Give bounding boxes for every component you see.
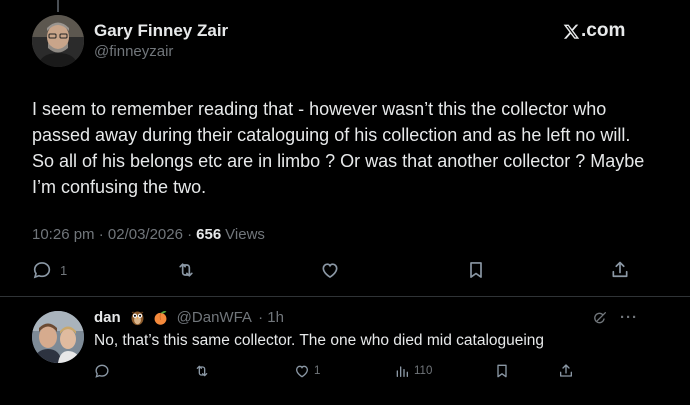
- reply-icon: [95, 364, 109, 378]
- retweet-icon: [179, 263, 193, 277]
- reply-actions: 1 110: [94, 363, 594, 381]
- owl-emoji-icon: [129, 309, 146, 326]
- bookmark-icon: [497, 364, 507, 378]
- peach-emoji-icon: [152, 309, 169, 326]
- views-count: 656: [196, 226, 222, 243]
- bookmark-button[interactable]: [466, 260, 486, 280]
- bookmark-icon: [470, 262, 482, 278]
- avatar[interactable]: [32, 15, 84, 67]
- like-button[interactable]: [320, 260, 340, 280]
- grok-icon[interactable]: [592, 310, 608, 326]
- tweet-meta: 10:26 pm · 02/03/2026 · 656 Views: [32, 226, 265, 243]
- thread-line: [57, 0, 59, 12]
- reply-views-count: 110: [414, 365, 433, 377]
- reply-text: No, that’s this same collector. The one …: [94, 332, 545, 349]
- views-label: Views: [225, 226, 265, 243]
- reply-author-name[interactable]: dan: [94, 309, 121, 326]
- like-icon: [295, 365, 309, 378]
- share-icon: [612, 261, 628, 278]
- meta-separator: ·: [94, 226, 108, 243]
- share-icon: [560, 364, 572, 377]
- tweet-time[interactable]: 10:26 pm: [32, 226, 95, 243]
- share-button[interactable]: [610, 260, 630, 280]
- divider: [0, 296, 690, 297]
- reply-header: dan @DanWFA · 1h: [94, 309, 284, 326]
- author-handle[interactable]: @finneyzair: [94, 43, 173, 60]
- reply-separator: ·: [253, 309, 268, 326]
- tweet-actions: 1: [32, 260, 632, 284]
- reply-like-count: 1: [314, 365, 321, 377]
- x-logo-icon: [563, 24, 580, 39]
- brand-text: .com: [581, 20, 626, 41]
- author-name[interactable]: Gary Finney Zair: [94, 21, 228, 41]
- retweet-icon: [196, 365, 208, 377]
- avatar-image: [32, 15, 84, 67]
- reply-bookmark-button[interactable]: [494, 363, 510, 379]
- tweet-text: I seem to remember reading that - howeve…: [32, 99, 645, 197]
- views-icon: [396, 366, 408, 377]
- reply-avatar-image: [32, 311, 84, 363]
- reply-reply-button[interactable]: [94, 363, 110, 379]
- reply-avatar[interactable]: [32, 311, 84, 363]
- reply-age[interactable]: 1h: [267, 309, 284, 326]
- retweet-button[interactable]: [176, 260, 196, 280]
- brand-logo: .com: [563, 20, 625, 42]
- reply-top-icons: ···: [592, 309, 638, 326]
- reply-button[interactable]: 1: [32, 260, 67, 280]
- meta-separator: ·: [182, 226, 193, 243]
- reply-retweet-button[interactable]: [194, 363, 210, 379]
- reply-views-button[interactable]: 110: [394, 363, 432, 379]
- reply-count: 1: [60, 262, 68, 278]
- tweet-date[interactable]: 02/03/2026: [108, 226, 183, 243]
- like-icon: [322, 263, 338, 279]
- reply-like-button[interactable]: 1: [294, 363, 320, 379]
- more-icon[interactable]: ···: [620, 309, 638, 326]
- reply-icon: [33, 262, 51, 279]
- reply-author-handle[interactable]: @DanWFA: [177, 309, 252, 326]
- reply-share-button[interactable]: [558, 363, 574, 379]
